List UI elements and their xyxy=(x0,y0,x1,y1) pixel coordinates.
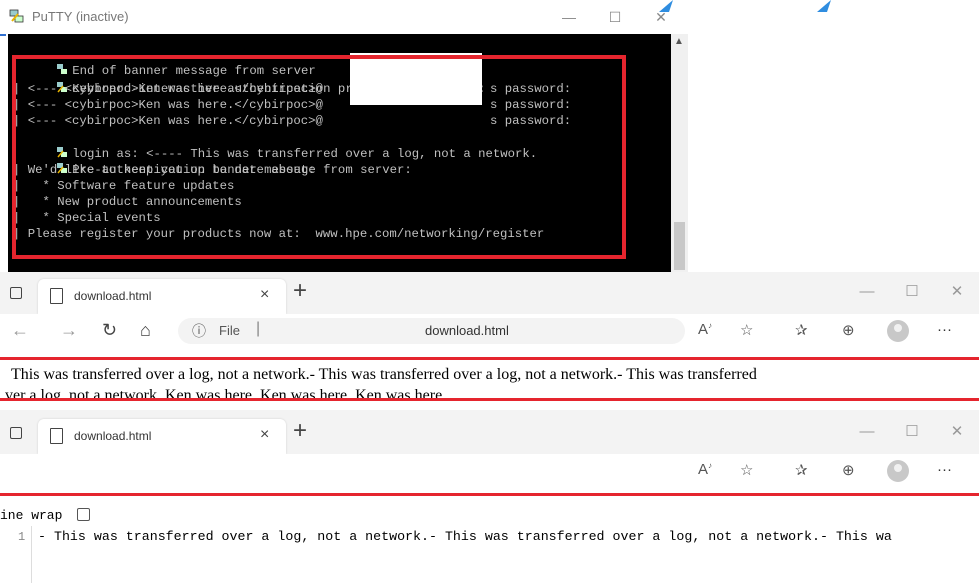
address-separator: | xyxy=(256,320,261,337)
maximize-button[interactable]: ☐ xyxy=(595,5,635,29)
site-info-icon[interactable]: ⓘ xyxy=(192,321,206,341)
close-button[interactable]: ✕ xyxy=(939,278,975,306)
source-line: - This was transferred over a log, not a… xyxy=(38,529,892,544)
putty-app-icon xyxy=(9,9,24,23)
favorites-icon[interactable]: ✰ xyxy=(795,321,808,339)
forward-icon[interactable]: → xyxy=(60,320,78,341)
source-viewer: ine wrap 1 - This was transferred over a… xyxy=(0,500,979,583)
maximize-button[interactable]: ☐ xyxy=(894,278,930,306)
putty-window: PuTTY (inactive) — ☐ ✕ End of banner mes… xyxy=(0,0,831,272)
browser-window: download.html × + — ☐ ✕ ← → ↻ ⌂ ⓘ File |… xyxy=(0,272,979,410)
minimize-button[interactable]: — xyxy=(849,418,885,446)
address-url[interactable]: download.html xyxy=(425,323,509,338)
collections-icon[interactable]: ⊕ xyxy=(842,321,855,339)
navigation-bar: A♪ ☆ ✰ ⊕ ··· xyxy=(0,454,979,490)
read-aloud-icon[interactable]: A♪ xyxy=(698,461,712,478)
home-icon[interactable]: ⌂ xyxy=(140,320,151,341)
page-text-line: ver a log, not a network. Ken was here. … xyxy=(5,387,447,404)
maximize-button[interactable]: ☐ xyxy=(894,418,930,446)
line-number: 1 xyxy=(18,530,26,544)
new-tab-button[interactable]: + xyxy=(293,417,307,445)
line-wrap-label: ine wrap xyxy=(0,508,63,523)
highlight-line xyxy=(0,398,979,401)
window-title: PuTTY (inactive) xyxy=(32,9,129,24)
profile-avatar[interactable] xyxy=(887,460,909,482)
line-wrap-checkbox[interactable] xyxy=(77,508,90,521)
blue-arrow-icon xyxy=(659,0,673,12)
minimize-button[interactable]: — xyxy=(849,278,885,306)
page-text-line: This was transferred over a log, not a n… xyxy=(11,366,757,383)
refresh-icon[interactable]: ↻ xyxy=(102,320,117,341)
collections-icon[interactable]: ⊕ xyxy=(842,461,855,479)
page-icon xyxy=(50,428,63,444)
vertical-scrollbar[interactable]: ▲ xyxy=(671,34,688,272)
tab-close-button[interactable]: × xyxy=(260,426,269,444)
tab-strip: download.html × + — ☐ ✕ xyxy=(0,410,979,454)
tab-title: download.html xyxy=(74,429,152,443)
tab-download-html[interactable]: download.html × xyxy=(38,419,286,454)
profile-avatar[interactable] xyxy=(887,320,909,342)
highlight-box xyxy=(12,55,626,259)
close-button[interactable]: ✕ xyxy=(939,418,975,446)
tab-close-button[interactable]: × xyxy=(260,286,269,304)
new-tab-button[interactable]: + xyxy=(293,277,307,305)
address-scheme-label: File xyxy=(219,323,240,338)
back-icon[interactable]: ← xyxy=(11,320,29,341)
putty-titlebar[interactable]: PuTTY (inactive) — ☐ ✕ xyxy=(0,0,688,34)
highlight-line xyxy=(0,357,979,360)
favorites-icon[interactable]: ✰ xyxy=(795,461,808,479)
blue-arrow-icon xyxy=(817,0,831,12)
tab-title: download.html xyxy=(74,289,152,303)
browser-window: download.html × + — ☐ ✕ A♪ ☆ ✰ ⊕ ··· ine… xyxy=(0,410,979,583)
address-bar[interactable]: ⓘ File | download.html xyxy=(178,318,685,344)
minimize-button[interactable]: — xyxy=(549,5,589,29)
favorites-add-icon[interactable]: ☆ xyxy=(740,461,753,479)
scrollbar-thumb[interactable] xyxy=(674,222,685,270)
favorites-add-icon[interactable]: ☆ xyxy=(740,321,753,339)
navigation-bar: ← → ↻ ⌂ ⓘ File | download.html A♪ ☆ ✰ ⊕ … xyxy=(0,314,979,350)
tab-actions-icon[interactable] xyxy=(10,427,22,439)
tab-download-html[interactable]: download.html × xyxy=(38,279,286,314)
tab-strip: download.html × + — ☐ ✕ xyxy=(0,272,979,314)
highlight-line xyxy=(0,493,979,496)
read-aloud-icon[interactable]: A♪ xyxy=(698,321,712,338)
more-menu-icon[interactable]: ··· xyxy=(937,461,952,478)
gutter-divider xyxy=(31,526,32,583)
tab-actions-icon[interactable] xyxy=(10,287,22,299)
page-icon xyxy=(50,288,63,304)
scroll-up-icon[interactable]: ▲ xyxy=(674,36,684,47)
more-menu-icon[interactable]: ··· xyxy=(937,321,952,338)
